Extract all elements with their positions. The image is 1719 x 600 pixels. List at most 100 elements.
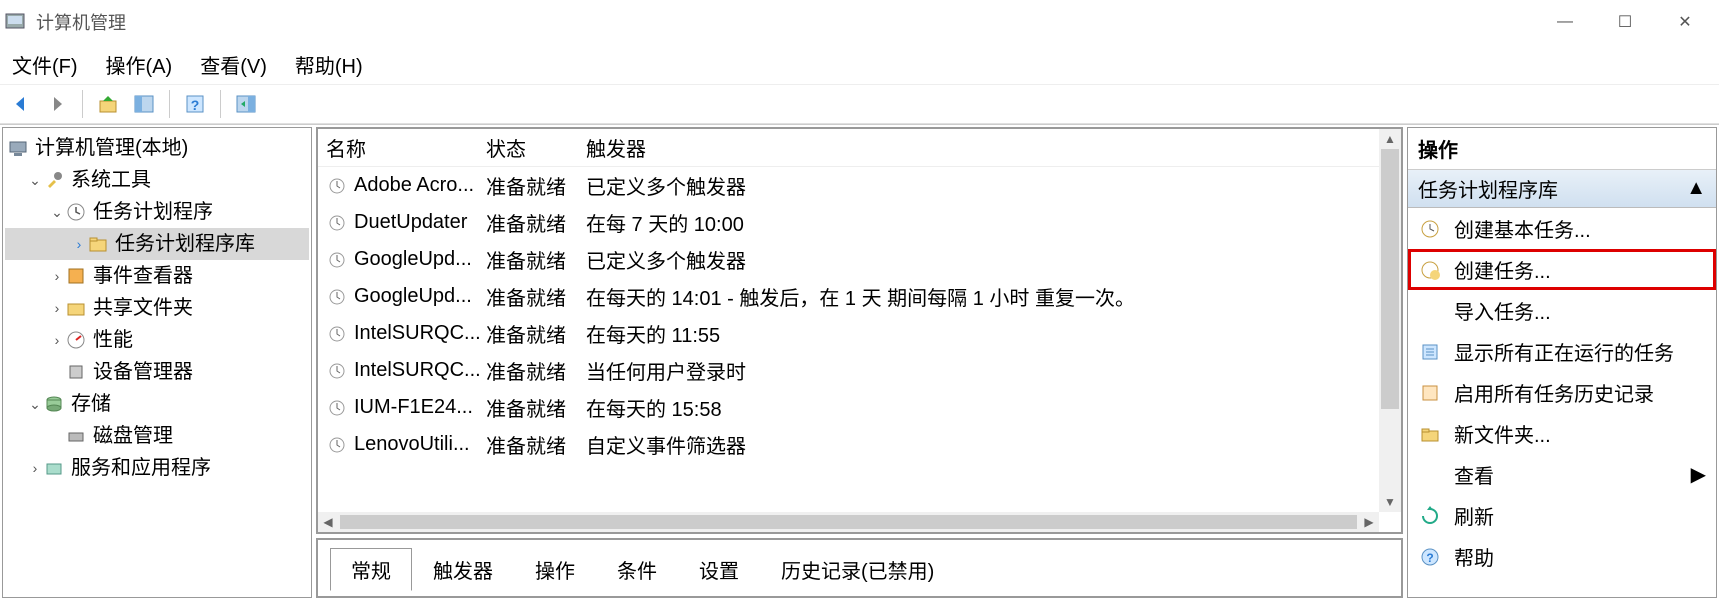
task-row[interactable]: IUM-F1E24... 准备就绪 在每天的 15:58 [318,389,1401,426]
tree-label: 事件查看器 [93,260,193,292]
svg-text:?: ? [191,97,200,113]
task-name: LenovoUtili... [354,433,470,456]
help-button[interactable]: ? [180,89,210,119]
clock-icon [326,360,348,382]
action-label: 刷新 [1454,501,1494,530]
action-refresh[interactable]: 刷新 [1408,495,1716,536]
tab-triggers[interactable]: 触发器 [412,548,514,591]
task-trigger: 在每天的 14:01 - 触发后，在 1 天 期间每隔 1 小时 重复一次。 [586,282,1393,311]
clock-icon [326,434,348,456]
tree-label: 系统工具 [71,164,151,196]
menu-help[interactable]: 帮助(H) [295,50,363,79]
task-trigger: 在每天的 15:58 [586,393,1393,422]
tree-node-event-viewer[interactable]: › 事件查看器 [5,260,309,292]
action-create-basic-task[interactable]: 创建基本任务... [1408,208,1716,249]
column-header-name[interactable]: 名称 [326,133,486,162]
toolbar-divider [169,90,170,118]
blank-icon [1418,299,1442,323]
scroll-right-arrow[interactable]: ▶ [1359,515,1379,529]
tree-node-performance[interactable]: › 性能 [5,324,309,356]
expand-collapse-icon[interactable]: › [49,324,65,356]
expand-collapse-icon[interactable]: ⌄ [27,388,43,420]
task-row[interactable]: LenovoUtili... 准备就绪 自定义事件筛选器 [318,426,1401,463]
collapse-icon[interactable]: ▲ [1686,177,1706,200]
task-status: 准备就绪 [486,356,586,385]
menu-view[interactable]: 查看(V) [200,50,267,79]
scroll-left-arrow[interactable]: ◀ [318,515,338,529]
task-status: 准备就绪 [486,282,586,311]
tree-node-system-tools[interactable]: ⌄ 系统工具 [5,164,309,196]
action-label: 启用所有任务历史记录 [1454,378,1654,407]
task-trigger: 已定义多个触发器 [586,245,1393,274]
tab-actions[interactable]: 操作 [514,548,596,591]
column-header-trigger[interactable]: 触发器 [586,133,1393,162]
up-level-button[interactable] [93,89,123,119]
tree-node-task-scheduler-library[interactable]: › 任务计划程序库 [5,228,309,260]
menu-action[interactable]: 操作(A) [106,50,173,79]
tab-general[interactable]: 常规 [330,548,412,591]
action-create-task[interactable]: 创建任务... [1408,249,1716,290]
toolbar: ? [0,84,1719,124]
nav-back-button[interactable] [6,89,36,119]
task-detail-pane: 常规 触发器 操作 条件 设置 历史记录(已禁用) [316,538,1403,598]
task-name: IntelSURQC... [354,322,481,345]
task-row[interactable]: Adobe Acro... 准备就绪 已定义多个触发器 [318,167,1401,204]
clock-icon [326,175,348,197]
column-header-status[interactable]: 状态 [486,133,586,162]
task-row[interactable]: GoogleUpd... 准备就绪 在每天的 14:01 - 触发后，在 1 天… [318,278,1401,315]
tree-node-device-manager[interactable]: 设备管理器 [5,356,309,388]
action-group-header[interactable]: 任务计划程序库 ▲ [1408,170,1716,208]
horizontal-scrollbar[interactable]: ◀ ▶ [318,512,1379,532]
scroll-down-arrow[interactable]: ▼ [1379,492,1401,512]
action-enable-history[interactable]: 启用所有任务历史记录 [1408,372,1716,413]
vertical-scrollbar[interactable]: ▲ ▼ [1379,129,1401,512]
tree-node-root[interactable]: 计算机管理(本地) [5,132,309,164]
expand-collapse-icon[interactable]: ⌄ [49,196,65,228]
nav-forward-button[interactable] [42,89,72,119]
task-trigger: 在每 7 天的 10:00 [586,208,1393,237]
menu-file[interactable]: 文件(F) [12,50,78,79]
scroll-thumb[interactable] [1381,149,1399,409]
tree-label: 共享文件夹 [93,292,193,324]
expand-collapse-icon[interactable]: ⌄ [27,164,43,196]
action-show-running[interactable]: 显示所有正在运行的任务 [1408,331,1716,372]
show-hide-action-pane-button[interactable] [231,89,261,119]
task-row[interactable]: DuetUpdater 准备就绪 在每 7 天的 10:00 [318,204,1401,241]
task-status: 准备就绪 [486,171,586,200]
task-row[interactable]: GoogleUpd... 准备就绪 已定义多个触发器 [318,241,1401,278]
task-name: IntelSURQC... [354,359,481,382]
task-name: GoogleUpd... [354,248,472,271]
scroll-up-arrow[interactable]: ▲ [1379,129,1401,149]
tree-node-task-scheduler[interactable]: ⌄ 任务计划程序 [5,196,309,228]
tree-label: 任务计划程序 [93,196,213,228]
tab-history[interactable]: 历史记录(已禁用) [760,548,955,591]
expand-collapse-icon[interactable]: › [49,260,65,292]
expand-collapse-icon[interactable]: › [71,228,87,260]
maximize-button[interactable]: ☐ [1595,2,1655,42]
clock-icon [326,397,348,419]
tree-node-disk-management[interactable]: 磁盘管理 [5,420,309,452]
show-hide-tree-button[interactable] [129,89,159,119]
expand-collapse-icon[interactable]: › [27,452,43,484]
tree-node-shared-folders[interactable]: › 共享文件夹 [5,292,309,324]
close-button[interactable]: ✕ [1655,2,1715,42]
actions-pane: 操作 任务计划程序库 ▲ 创建基本任务... 创建任务... 导入任务... 显… [1407,127,1717,598]
window-title: 计算机管理 [36,9,1535,35]
action-label: 创建基本任务... [1454,214,1591,243]
tab-settings[interactable]: 设置 [678,548,760,591]
action-help[interactable]: ? 帮助 [1408,536,1716,577]
action-view[interactable]: 查看 ▶ [1408,454,1716,495]
task-status: 准备就绪 [486,245,586,274]
action-new-folder[interactable]: 新文件夹... [1408,413,1716,454]
expand-collapse-icon[interactable]: › [49,292,65,324]
minimize-button[interactable]: — [1535,2,1595,42]
scroll-thumb[interactable] [340,515,1357,529]
action-import-task[interactable]: 导入任务... [1408,290,1716,331]
task-name: IUM-F1E24... [354,396,473,419]
tree-node-storage[interactable]: ⌄ 存储 [5,388,309,420]
tab-conditions[interactable]: 条件 [596,548,678,591]
app-icon [4,10,28,34]
tree-node-services-apps[interactable]: › 服务和应用程序 [5,452,309,484]
task-row[interactable]: IntelSURQC... 准备就绪 当任何用户登录时 [318,352,1401,389]
task-row[interactable]: IntelSURQC... 准备就绪 在每天的 11:55 [318,315,1401,352]
